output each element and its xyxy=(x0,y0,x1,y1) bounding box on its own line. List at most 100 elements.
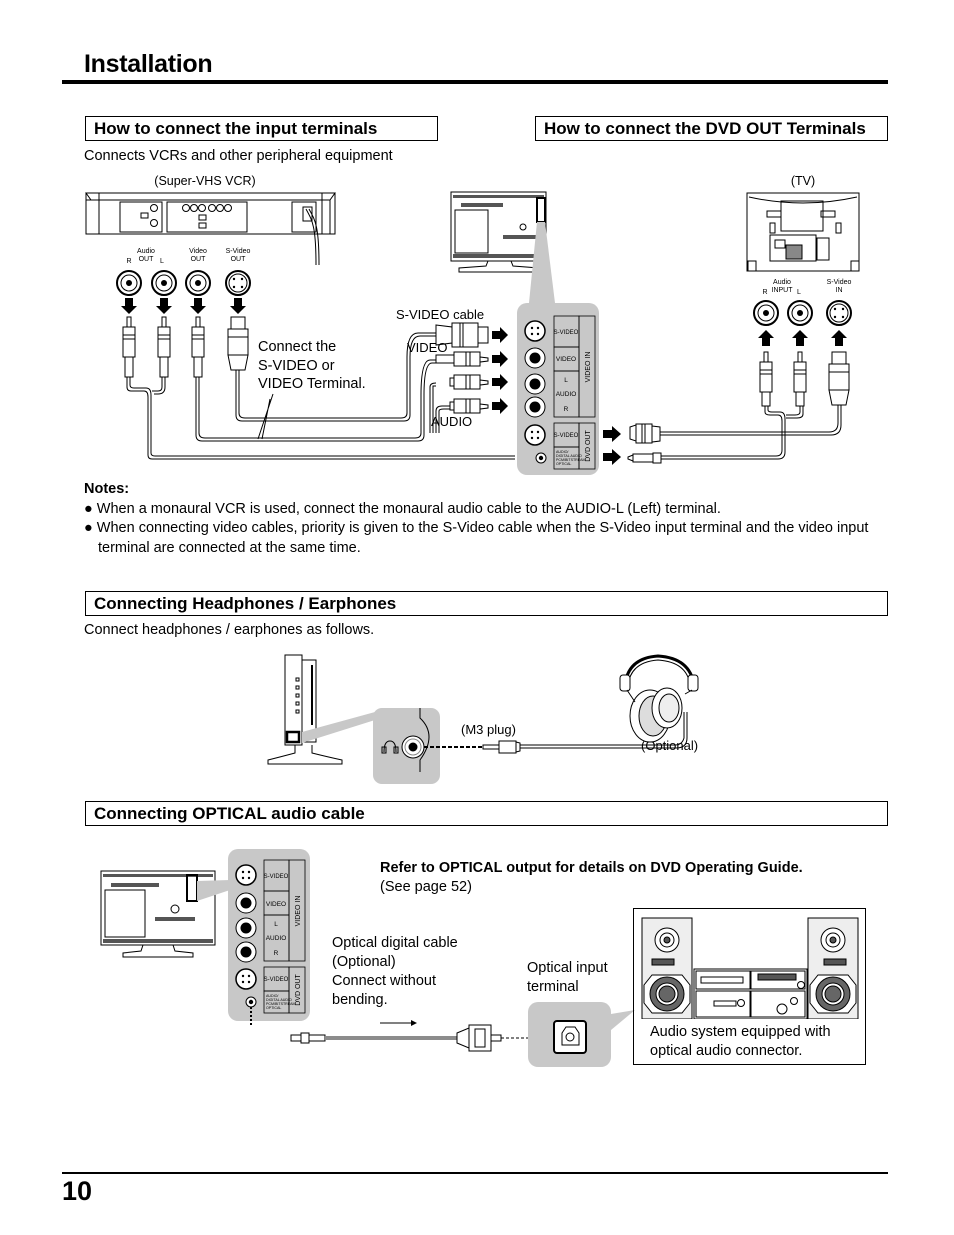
section-heading-dvd-out: How to connect the DVD OUT Terminals xyxy=(535,116,888,141)
svg-text:L: L xyxy=(797,289,801,296)
vcr-audio-l-jack xyxy=(151,270,177,296)
svg-text:DVD OUT: DVD OUT xyxy=(585,430,592,462)
vcr-svideo-jack xyxy=(225,270,251,296)
svg-text:R: R xyxy=(126,258,131,265)
svg-text:S-VIDEO: S-VIDEO xyxy=(554,433,579,439)
svg-text:R: R xyxy=(762,289,767,296)
dvd-out-plugs xyxy=(627,423,662,464)
svg-text:IN: IN xyxy=(836,287,843,294)
svg-text:R: R xyxy=(564,406,569,413)
tv-audio-r-jack xyxy=(753,300,779,326)
crt-tv-back-icon xyxy=(746,192,860,272)
section-heading-input-terminals: How to connect the input terminals xyxy=(85,116,438,141)
note-item: ● When connecting video cables, priority… xyxy=(84,520,869,556)
optical-input-terminal-label: Optical input terminal xyxy=(527,960,608,995)
svg-text:VIDEO: VIDEO xyxy=(556,356,576,363)
panel-svideo-in-jack xyxy=(235,864,257,886)
vcr-rca-plugs xyxy=(122,316,249,378)
svg-text:S-VIDEO: S-VIDEO xyxy=(264,977,289,983)
svg-text:AUDIO: AUDIO xyxy=(556,391,577,398)
svg-text:R: R xyxy=(274,950,279,957)
notes-heading: Notes: xyxy=(84,481,130,497)
headphone-jack xyxy=(401,735,425,759)
terminal-panel-lower: S-VIDEO VIDEO L AUDIO R VIDEO IN S-VIDEO… xyxy=(228,849,310,1021)
headphones-diagram: (M3 plug) (Optional) xyxy=(267,654,699,784)
input-subtitle: Connects VCRs and other peripheral equip… xyxy=(84,148,393,164)
vcr-video-jack xyxy=(185,270,211,296)
optical-input-terminal-icon xyxy=(553,1020,587,1054)
connect-callout-text: Connect the S-VIDEO or VIDEO Terminal. xyxy=(258,339,366,392)
svg-text:OUT: OUT xyxy=(231,256,247,263)
page-title: Installation xyxy=(84,50,213,78)
section-heading-optical: Connecting OPTICAL audio cable xyxy=(85,801,888,826)
svg-text:VIDEO IN: VIDEO IN xyxy=(585,352,592,383)
input-connection-diagram: (Super-VHS VCR) Audio OUT R L Video OUT … xyxy=(85,174,860,465)
tv-audio-l-jack xyxy=(787,300,813,326)
note-item: ● When a monaural VCR is used, connect t… xyxy=(84,500,721,517)
terminal-panel-upper: S-VIDEO VIDEO L AUDIO R VIDEO IN S-VIDEO… xyxy=(517,303,599,475)
panel-svideo-out-jack xyxy=(524,424,546,446)
panel-video-jack xyxy=(235,892,257,914)
svg-text:OUT: OUT xyxy=(139,256,155,263)
tv-label: (TV) xyxy=(791,174,815,188)
svg-text:S-VIDEO: S-VIDEO xyxy=(264,874,289,880)
panel-svideo-out-jack xyxy=(235,968,257,990)
optical-cable xyxy=(325,1036,457,1040)
svg-text:AUDIO: AUDIO xyxy=(266,935,287,942)
optical-plug-right xyxy=(456,1024,502,1052)
svg-text:L: L xyxy=(274,921,278,928)
down-arrow-icons xyxy=(121,298,246,314)
vcr-label: (Super-VHS VCR) xyxy=(154,174,255,188)
rca-plugs-horizontal xyxy=(435,351,489,414)
up-arrow-icons xyxy=(758,330,847,346)
panel-audio-r-jack xyxy=(235,941,257,963)
headphones-subtitle: Connect headphones / earphones as follow… xyxy=(84,622,375,638)
footer-rule xyxy=(62,1172,888,1174)
svg-text:L: L xyxy=(160,258,164,265)
audio-system-caption: Audio system equipped with optical audio… xyxy=(650,1024,831,1059)
title-rule xyxy=(62,80,888,84)
m3-plug-icon xyxy=(482,740,521,754)
page-number: 10 xyxy=(62,1176,93,1206)
headphones-icon xyxy=(619,654,699,743)
svg-text:DVD OUT: DVD OUT xyxy=(295,974,302,1006)
svg-text:L: L xyxy=(564,377,568,384)
svg-text:INPUT: INPUT xyxy=(772,287,794,294)
svg-text:Audio: Audio xyxy=(773,279,791,286)
tv-side-plugs xyxy=(759,351,850,407)
svg-text:Audio: Audio xyxy=(137,248,155,255)
svg-text:VIDEO: VIDEO xyxy=(266,901,286,908)
svg-text:S-Video: S-Video xyxy=(226,248,251,255)
panel-audio-l-jack xyxy=(235,917,257,939)
callout-pointer xyxy=(257,393,274,440)
audio-system-box: Audio system equipped with optical audio… xyxy=(633,908,866,1065)
svg-text:S-VIDEO: S-VIDEO xyxy=(554,330,579,336)
svideo-cable-label: S-VIDEO cable xyxy=(396,307,484,322)
panel-video-jack xyxy=(524,347,546,369)
right-arrow-icons xyxy=(492,327,508,414)
svg-text:OUT: OUT xyxy=(191,256,207,263)
right-arrow-icons-dvd xyxy=(603,426,621,465)
tv-side-view-icon xyxy=(267,654,343,765)
audio-system-icon xyxy=(641,917,859,1019)
optical-plug-left xyxy=(290,1032,326,1044)
optical-cable-label: Optical digital cable (Optional) Connect… xyxy=(332,935,458,1008)
tv-svideo-jack xyxy=(826,300,852,326)
vcr-icon xyxy=(85,192,336,266)
svg-text:VIDEO IN: VIDEO IN xyxy=(295,896,302,927)
svg-text:Video: Video xyxy=(189,248,207,255)
video-cable-label: VIDEO xyxy=(407,340,447,355)
panel-audio-l-jack xyxy=(524,373,546,395)
audio-cable-label: AUDIO xyxy=(431,414,472,429)
section-heading-headphones: Connecting Headphones / Earphones xyxy=(85,591,888,616)
lcd-tv-back-icon xyxy=(450,191,547,273)
m3-plug-label: (M3 plug) xyxy=(461,722,516,737)
panel-audio-r-jack xyxy=(524,396,546,418)
panel-optical-jack xyxy=(245,996,257,1008)
panel-svideo-in-jack xyxy=(524,320,546,342)
dvd-out-cables xyxy=(650,405,842,460)
direction-arrow-icon xyxy=(380,1020,417,1026)
panel-optical-jack xyxy=(535,452,547,464)
vcr-audio-r-jack xyxy=(116,270,142,296)
svg-text:S-Video: S-Video xyxy=(827,279,852,286)
